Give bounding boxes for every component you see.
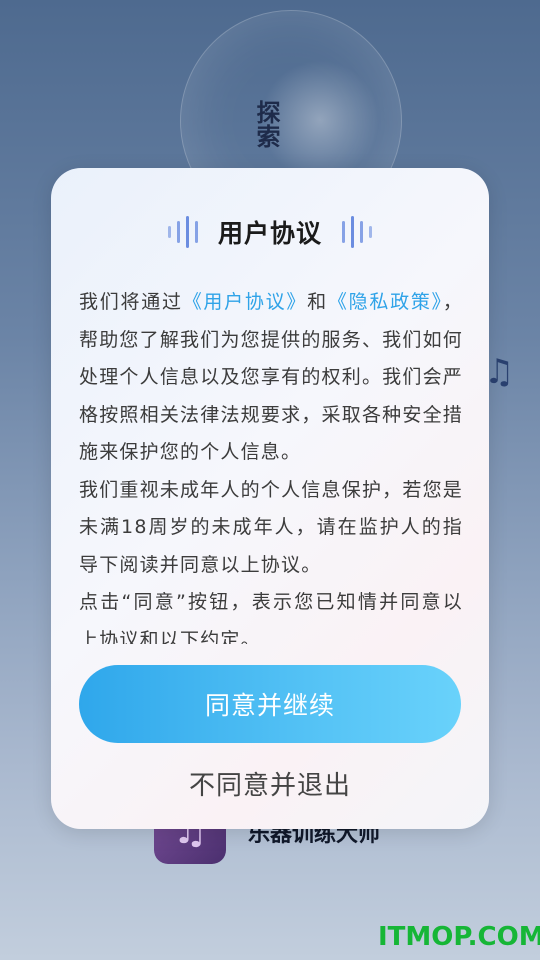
watermark: ITMOP.COM [378, 922, 540, 952]
background-title: 探索 [252, 100, 280, 148]
body-text-p1c: ，帮助您了解我们为您提供的服务、我们如何处理个人信息以及您享有的权利。我们会严格… [79, 291, 463, 463]
body-text-p3: 点击“同意”按钮，表示您已知情并同意以上协议和以下约定。 [79, 591, 463, 644]
body-text-p2: 我们重视未成年人的个人信息保护，若您是未满18周岁的未成年人，请在监护人的指导下… [79, 478, 463, 576]
dialog-title: 用户协议 [217, 219, 322, 248]
sound-wave-right-icon [342, 212, 372, 252]
sound-wave-left-icon [167, 212, 198, 252]
body-text-p1a: 我们将通过 [79, 291, 183, 313]
user-agreement-dialog: 用户协议 我们将通过《用户协议》和《隐私政策》，帮助您了解我们为您提供的服务、我… [51, 168, 489, 829]
agreement-text[interactable]: 我们将通过《用户协议》和《隐私政策》，帮助您了解我们为您提供的服务、我们如何处理… [79, 284, 463, 644]
disagree-exit-button[interactable]: 不同意并退出 [79, 760, 461, 806]
body-text-and: 和 [307, 291, 328, 313]
agree-continue-button[interactable]: 同意并继续 [79, 665, 461, 743]
privacy-policy-link[interactable]: 《隐私政策》 [328, 291, 443, 313]
dialog-header: 用户协议 [51, 212, 489, 252]
user-agreement-link[interactable]: 《用户协议》 [183, 291, 307, 313]
